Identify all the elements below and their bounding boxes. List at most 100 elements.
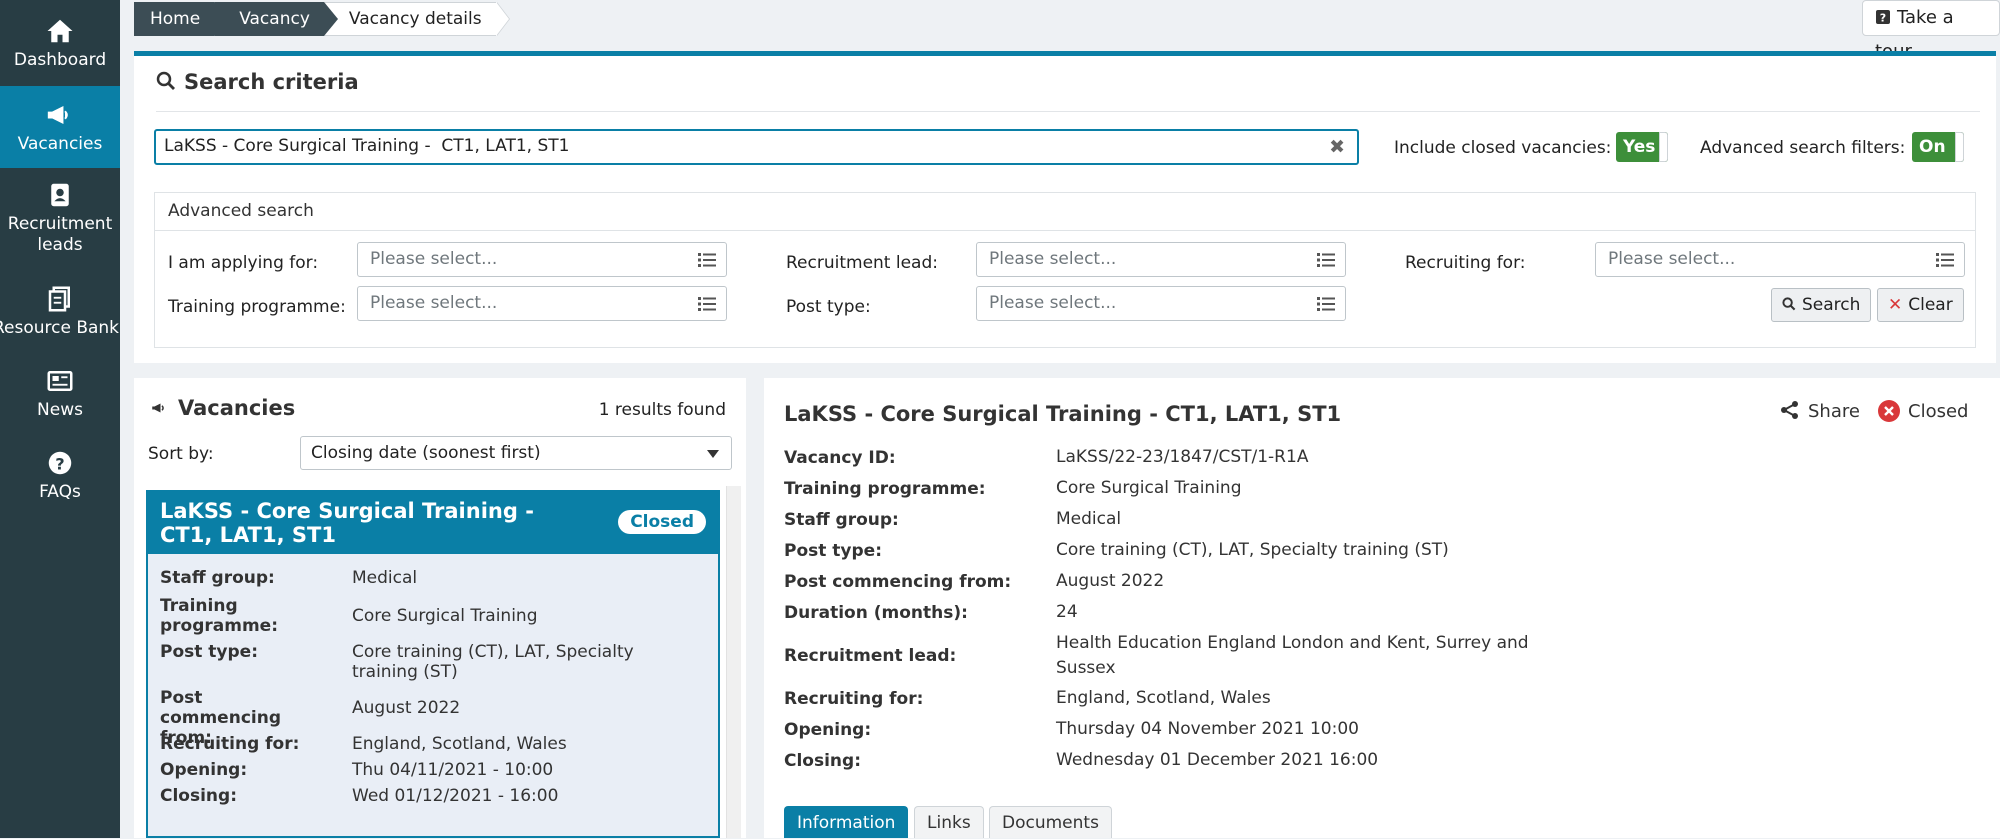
sort-by-label: Sort by:	[148, 444, 214, 464]
list-icon	[698, 297, 716, 311]
include-closed-value: Yes	[1623, 137, 1656, 157]
advanced-search-title: Advanced search	[155, 193, 1975, 231]
training-programme-select[interactable]: Please select...	[357, 286, 727, 321]
sidebar-item-label: Dashboard	[13, 50, 107, 70]
divider	[156, 111, 1980, 112]
clear-button[interactable]: ✕ Clear	[1877, 288, 1964, 322]
home-icon	[47, 19, 73, 43]
search-input-box: ✖	[154, 129, 1359, 165]
detail-value: Health Education England London and Kent…	[1056, 633, 1529, 678]
vacancies-title-text: Vacancies	[178, 396, 296, 420]
recruiting-for-label: Recruiting for:	[1405, 253, 1526, 273]
sidebar-item-faqs[interactable]: ? FAQs	[0, 448, 120, 508]
take-a-tour-button[interactable]: ?Take a tour	[1862, 0, 2000, 62]
question-circle-icon: ?	[48, 451, 72, 475]
share-label: Share	[1808, 401, 1860, 422]
card-value: Core training (CT), LAT, Specialty train…	[352, 642, 634, 682]
post-type-label: Post type:	[786, 297, 871, 317]
vacancy-card[interactable]: LaKSS - Core Surgical Training - CT1, LA…	[146, 490, 720, 838]
detail-key: Post commencing from:	[784, 572, 1012, 592]
contact-book-icon	[51, 183, 69, 207]
breadcrumb-current: Vacancy details	[323, 2, 496, 36]
list-icon	[1317, 297, 1335, 311]
detail-key: Opening:	[784, 720, 872, 740]
card-value: Wed 01/12/2021 - 16:00	[352, 786, 559, 806]
sidebar-item-vacancies[interactable]: Vacancies	[0, 86, 120, 168]
svg-text:?: ?	[55, 454, 64, 473]
recruiting-for-placeholder: Please select...	[1608, 249, 1736, 269]
advanced-filters-label: Advanced search filters:	[1700, 138, 1906, 158]
card-key: Recruiting for:	[160, 734, 300, 754]
post-type-select[interactable]: Please select...	[976, 286, 1346, 321]
list-icon	[1317, 253, 1335, 267]
vacancies-list-panel: Vacancies 1 results found Sort by: Closi…	[134, 378, 746, 838]
detail-value: August 2022	[1056, 571, 1165, 591]
applying-for-label: I am applying for:	[168, 253, 319, 273]
recruitment-lead-select[interactable]: Please select...	[976, 242, 1346, 277]
sidebar-item-label: Recruitment leads	[7, 214, 113, 255]
sidebar-item-recruitment-leads[interactable]: Recruitment leads	[0, 180, 120, 260]
detail-value: Medical	[1056, 509, 1122, 529]
search-icon	[1782, 297, 1796, 311]
detail-value: England, Scotland, Wales	[1056, 688, 1271, 708]
card-key: Training programme:	[160, 596, 279, 636]
detail-value: Core training (CT), LAT, Specialty train…	[1056, 540, 1449, 560]
training-programme-label: Training programme:	[168, 297, 346, 317]
detail-key: Training programme:	[784, 479, 986, 499]
card-value: Thu 04/11/2021 - 10:00	[352, 760, 554, 780]
include-closed-toggle[interactable]: Yes	[1616, 132, 1668, 162]
sidebar: Dashboard Vacancies Recruitment leads Re…	[0, 0, 120, 838]
breadcrumb-vacancy[interactable]: Vacancy	[214, 2, 338, 36]
list-scrollbar[interactable]	[726, 486, 741, 838]
closed-status: Closed	[1878, 400, 1968, 422]
sidebar-item-resource-bank[interactable]: Resource Bank	[0, 284, 120, 344]
documents-icon	[48, 286, 70, 312]
card-key: Closing:	[160, 786, 237, 806]
tab-information[interactable]: Information	[784, 806, 909, 838]
tab-documents[interactable]: Documents	[989, 806, 1112, 838]
search-criteria-panel: Search criteria ✖ Include closed vacanci…	[134, 51, 1996, 363]
breadcrumb-home[interactable]: Home	[134, 2, 229, 36]
card-value: August 2022	[352, 698, 461, 718]
card-key: Post type:	[160, 642, 259, 662]
clear-search-icon[interactable]: ✖	[1329, 136, 1345, 158]
help-icon: ?	[1876, 10, 1890, 25]
status-badge: Closed	[618, 510, 706, 534]
tab-links[interactable]: Links	[914, 806, 984, 838]
closed-status-label: Closed	[1908, 401, 1969, 422]
megaphone-icon	[152, 403, 164, 413]
search-button[interactable]: Search	[1771, 288, 1872, 322]
detail-value: 24	[1056, 602, 1078, 622]
detail-key: Post type:	[784, 541, 883, 561]
sort-by-select[interactable]: Closing date (soonest first)	[300, 436, 732, 470]
share-button[interactable]: Share	[1780, 400, 1860, 422]
sidebar-item-dashboard[interactable]: Dashboard	[0, 16, 120, 76]
vacancy-detail-panel: LaKSS - Core Surgical Training - CT1, LA…	[764, 378, 2000, 838]
vacancy-card-title: LaKSS - Core Surgical Training - CT1, LA…	[160, 499, 534, 547]
detail-value: Core Surgical Training	[1056, 478, 1242, 498]
advanced-filters-toggle[interactable]: On	[1912, 132, 1964, 162]
applying-for-placeholder: Please select...	[370, 249, 498, 269]
vacancies-title: Vacancies	[148, 396, 295, 420]
chevron-down-icon	[707, 450, 719, 458]
detail-value: Wednesday 01 December 2021 16:00	[1056, 750, 1379, 770]
detail-key: Vacancy ID:	[784, 448, 896, 468]
card-key: Staff group:	[160, 568, 275, 588]
applying-for-select[interactable]: Please select...	[357, 242, 727, 277]
recruitment-lead-label: Recruitment lead:	[786, 253, 938, 273]
megaphone-icon	[47, 105, 68, 125]
vacancy-detail-title: LaKSS - Core Surgical Training - CT1, LA…	[784, 402, 1342, 426]
search-button-label: Search	[1802, 295, 1861, 315]
sort-by-value: Closing date (soonest first)	[311, 443, 541, 463]
svg-text:?: ?	[1880, 12, 1886, 25]
recruiting-for-select[interactable]: Please select...	[1595, 242, 1965, 277]
close-icon: ✕	[1888, 295, 1903, 315]
results-count: 1 results found	[598, 400, 726, 420]
card-value: Medical	[352, 568, 418, 588]
newspaper-icon	[47, 371, 73, 391]
search-input[interactable]	[156, 131, 1312, 161]
card-value: Core Surgical Training	[352, 606, 538, 626]
advanced-filters-value: On	[1919, 137, 1946, 157]
sidebar-item-news[interactable]: News	[0, 366, 120, 426]
card-value: England, Scotland, Wales	[352, 734, 567, 754]
